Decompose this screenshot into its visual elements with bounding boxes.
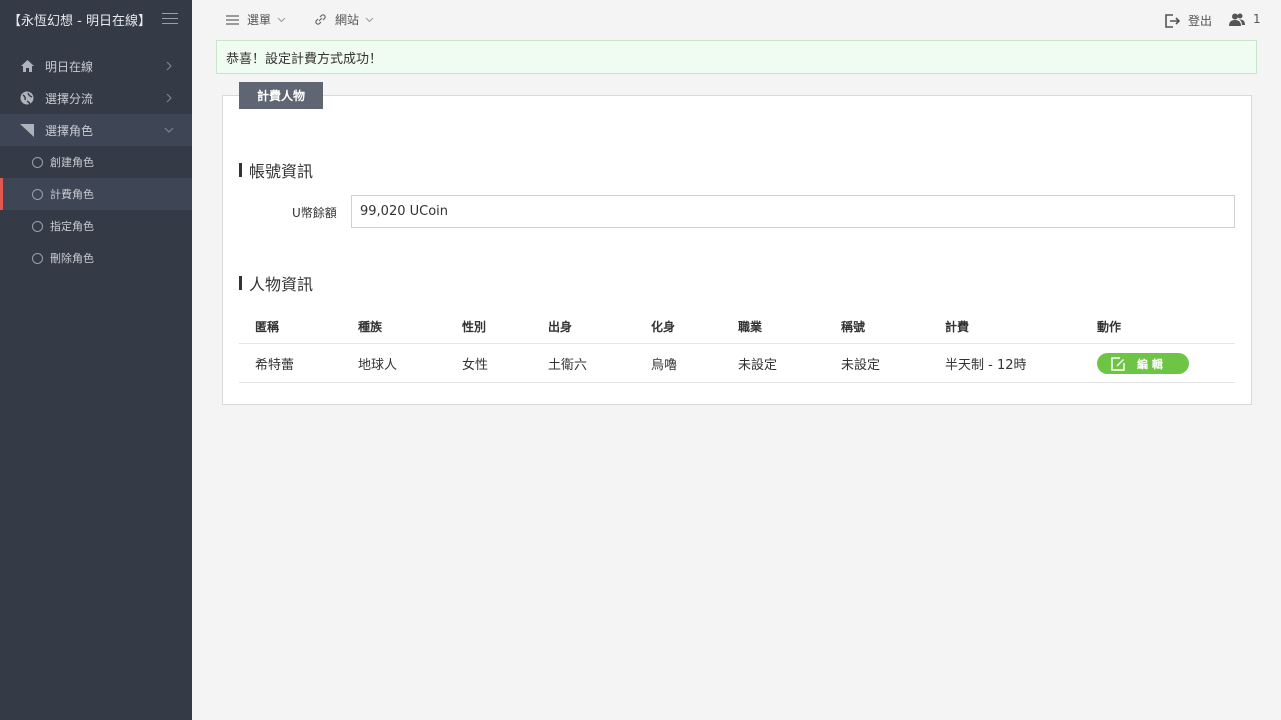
chevron-right-icon <box>166 61 172 71</box>
account-section-title: 帳號資訊 <box>239 158 313 182</box>
sidebar-subitem-delete[interactable]: 刪除角色 <box>0 242 192 274</box>
circle-icon <box>32 188 43 200</box>
chevron-down-icon <box>164 127 174 133</box>
sidebar-item-label: 明日在線 <box>45 59 94 74</box>
sidebar-nav: 明日在線 選擇分流 選擇角色 創建角色 計費角色 指定角色 刪除角色 <box>0 50 192 274</box>
column-header: 種族 <box>358 320 383 334</box>
circle-icon <box>32 156 43 168</box>
sidebar-subitem-create[interactable]: 創建角色 <box>0 146 192 178</box>
sidebar-item-server[interactable]: 選擇分流 <box>0 82 192 114</box>
logout-button[interactable]: 登出 <box>1165 12 1212 29</box>
site-dropdown[interactable]: 網站 <box>314 11 382 28</box>
users-icon <box>1229 13 1245 26</box>
sidebar-subitem-label: 刪除角色 <box>50 252 94 265</box>
column-header: 稱號 <box>841 320 866 334</box>
column-header: 職業 <box>738 320 763 334</box>
column-header: 化身 <box>651 320 676 334</box>
sidebar-item-character[interactable]: 選擇角色 <box>0 114 192 146</box>
globe-icon <box>20 91 34 105</box>
character-table: 匿稱 種族 性別 出身 化身 職業 稱號 計費 動作 希特蕾 地球人 女性 土衛… <box>239 310 1235 383</box>
sidebar-item-label: 選擇角色 <box>45 123 94 138</box>
table-cell: 地球人 <box>358 357 398 373</box>
table-cell: 未設定 <box>841 357 881 373</box>
success-alert: 恭喜！設定計費方式成功！ <box>216 40 1257 74</box>
alert-text: 恭喜！設定計費方式成功！ <box>226 51 383 67</box>
menu-label: 選單 <box>247 13 272 27</box>
table-cell: 半天制 - 12時 <box>945 357 1027 373</box>
table-cell: 未設定 <box>738 357 778 373</box>
column-header: 性別 <box>462 320 487 334</box>
sidebar-subitem-assign[interactable]: 指定角色 <box>0 210 192 242</box>
chevron-down-icon <box>277 17 286 22</box>
column-header: 動作 <box>1097 320 1122 334</box>
panel-tab: 計費人物 <box>239 82 323 109</box>
chevron-down-icon <box>365 17 374 22</box>
menu-toggle-icon[interactable] <box>162 13 178 25</box>
table-cell: 希特蕾 <box>255 357 295 373</box>
table-cell: 烏嚕 <box>651 357 678 373</box>
logout-label: 登出 <box>1188 14 1213 28</box>
site-label: 網站 <box>335 13 360 27</box>
ucoin-field[interactable] <box>351 195 1235 228</box>
column-header: 匿稱 <box>255 320 280 334</box>
chevron-right-icon <box>166 93 172 103</box>
column-header: 出身 <box>548 320 573 334</box>
table-header: 匿稱 種族 性別 出身 化身 職業 稱號 計費 動作 <box>239 310 1235 344</box>
brand: 【永恆幻想 - 明日在線】 <box>0 0 192 38</box>
edit-label: 編 輯 <box>1137 357 1163 371</box>
edit-button[interactable]: 編 輯 <box>1097 353 1189 374</box>
sidebar-subitem-label: 計費角色 <box>50 188 94 201</box>
character-section-label: 人物資訊 <box>249 275 314 294</box>
circle-icon <box>32 220 43 232</box>
link-icon <box>315 14 326 25</box>
account-section-label: 帳號資訊 <box>249 162 314 181</box>
column-header: 計費 <box>945 320 970 334</box>
ucoin-label: U幣餘額 <box>292 206 337 220</box>
cursor-icon <box>20 123 34 137</box>
sidebar-subitem-label: 創建角色 <box>50 156 94 169</box>
brand-title: 【永恆幻想 - 明日在線】 <box>8 13 151 29</box>
character-section-title: 人物資訊 <box>239 271 313 295</box>
logout-icon <box>1165 13 1180 28</box>
menu-dropdown[interactable]: 選單 <box>226 11 294 28</box>
sidebar-item-label: 選擇分流 <box>45 91 94 106</box>
sidebar-subitem-label: 指定角色 <box>50 220 94 233</box>
list-icon <box>226 14 239 25</box>
sidebar-subitem-billing[interactable]: 計費角色 <box>0 178 192 210</box>
table-row: 希特蕾 地球人 女性 土衛六 烏嚕 未設定 未設定 半天制 - 12時 編 輯 <box>239 344 1235 383</box>
edit-icon <box>1111 356 1125 371</box>
table-cell: 女性 <box>462 357 489 373</box>
table-cell: 土衛六 <box>548 357 588 373</box>
home-icon <box>20 59 34 73</box>
sidebar-item-home[interactable]: 明日在線 <box>0 50 192 82</box>
top-bar: 選單 網站 登出 1 <box>192 0 1281 38</box>
online-users[interactable]: 1 <box>1229 12 1261 26</box>
users-count: 1 <box>1253 12 1261 26</box>
sidebar: 【永恆幻想 - 明日在線】 明日在線 選擇分流 選擇角色 創建角色 計費角色 指… <box>0 0 192 720</box>
circle-icon <box>32 252 43 264</box>
